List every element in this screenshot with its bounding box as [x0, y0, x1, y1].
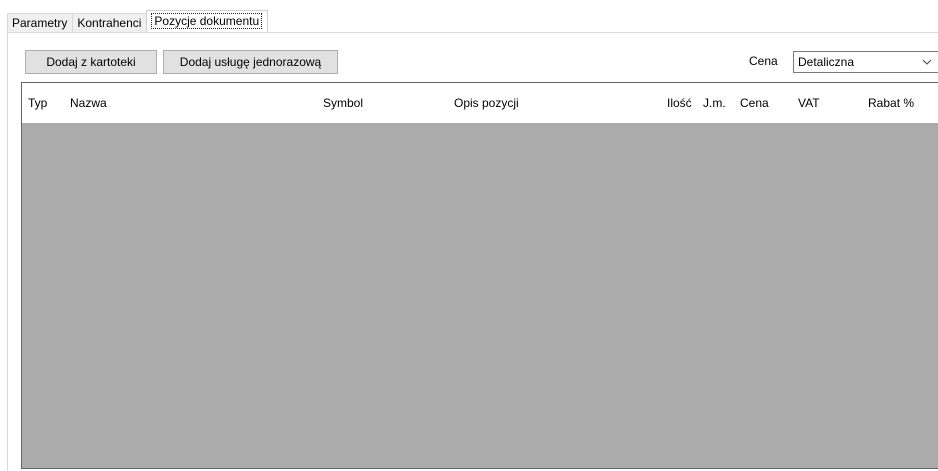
- tab-panel-pozycje: Dodaj z kartoteki Dodaj usługę jednorazo…: [7, 32, 938, 471]
- price-label: Cena: [749, 54, 778, 68]
- column-header-nazwa[interactable]: Nazwa: [64, 83, 317, 123]
- column-header-vat[interactable]: VAT: [792, 83, 862, 123]
- column-header-typ[interactable]: Typ: [22, 83, 64, 123]
- price-type-value: Detaliczna: [798, 55, 855, 69]
- tab-strip: Parametry Kontrahenci Pozycje dokumentu: [7, 10, 269, 32]
- column-header-ilosc[interactable]: Ilość: [661, 83, 697, 123]
- price-type-select[interactable]: Detaliczna: [793, 51, 938, 73]
- tab-label: Kontrahenci: [77, 16, 142, 30]
- column-header-rabat[interactable]: Rabat %: [862, 83, 938, 123]
- column-header-symbol[interactable]: Symbol: [317, 83, 448, 123]
- add-one-time-service-button[interactable]: Dodaj usługę jednorazową: [163, 50, 338, 74]
- tab-parametry[interactable]: Parametry: [7, 13, 74, 32]
- window: Parametry Kontrahenci Pozycje dokumentu …: [0, 0, 938, 471]
- tab-label: Parametry: [12, 16, 68, 30]
- column-header-cena[interactable]: Cena: [734, 83, 792, 123]
- positions-grid[interactable]: Typ Nazwa Symbol Opis pozycji Ilość J.m.…: [21, 82, 938, 469]
- chevron-down-icon: [922, 59, 932, 65]
- grid-header: Typ Nazwa Symbol Opis pozycji Ilość J.m.…: [22, 83, 938, 123]
- column-header-opis-pozycji[interactable]: Opis pozycji: [448, 83, 661, 123]
- column-header-jm[interactable]: J.m.: [697, 83, 734, 123]
- add-from-catalog-button[interactable]: Dodaj z kartoteki: [25, 50, 157, 74]
- tab-label: Pozycje dokumentu: [151, 13, 263, 29]
- tab-kontrahenci[interactable]: Kontrahenci: [72, 13, 148, 32]
- tab-pozycje-dokumentu[interactable]: Pozycje dokumentu: [146, 10, 269, 32]
